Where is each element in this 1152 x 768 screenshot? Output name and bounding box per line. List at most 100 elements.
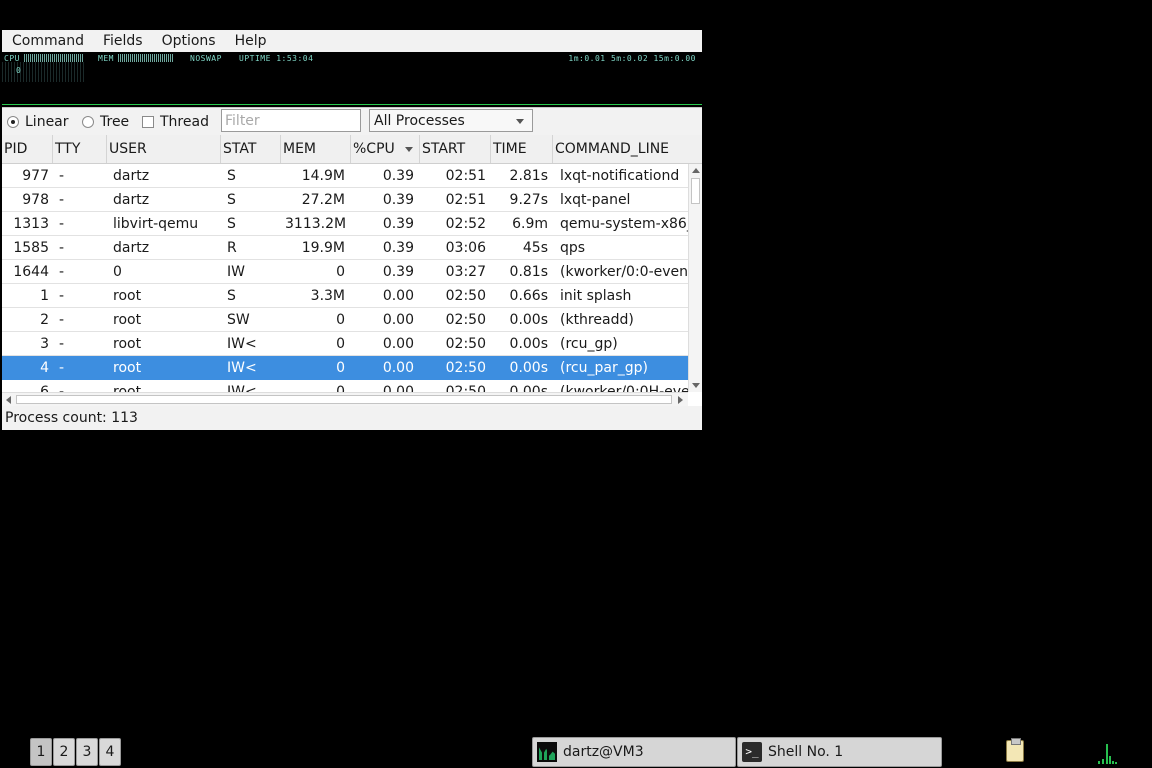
cell-mem: 0	[336, 336, 345, 352]
cell-stat: S	[227, 216, 236, 232]
thread-checkbox[interactable]: Thread	[142, 114, 209, 130]
cell-user: root	[113, 384, 142, 392]
swap-label: NOSWAP	[190, 54, 222, 63]
cell-mem: 0	[336, 264, 345, 280]
cell-tty: -	[59, 312, 65, 328]
menu-options[interactable]: Options	[152, 30, 225, 52]
task-label: Shell No. 1	[768, 744, 844, 760]
col-user[interactable]: USER	[107, 135, 221, 163]
cell-cmd: (kworker/0:0H-even	[560, 384, 688, 392]
menu-help[interactable]: Help	[225, 30, 276, 52]
table-row[interactable]: 1585- dartz R 19.9M 0.39 03:06 45s qps	[2, 236, 688, 260]
cell-time: 6.9m	[512, 216, 548, 232]
cell-user: dartz	[113, 168, 150, 184]
cell-cpu: 0.39	[382, 168, 414, 184]
filter-input[interactable]	[221, 109, 361, 132]
col-tty[interactable]: TTY	[53, 135, 107, 163]
cell-user: root	[113, 360, 142, 376]
desktop-4-button[interactable]: 4	[99, 738, 121, 766]
table-row[interactable]: 1313- libvirt-qemu S 3113.2M 0.39 02:52 6.9m qe…	[2, 212, 688, 236]
vertical-scrollbar[interactable]	[688, 164, 702, 392]
col-command-line[interactable]: COMMAND_LINE	[553, 135, 702, 163]
table-row[interactable]: 4- root IW< 0 0.00 02:50 0.00s (rcu_par_gp)	[2, 356, 688, 380]
linear-radio[interactable]: Linear	[7, 114, 69, 130]
terminal-icon: >_	[742, 742, 762, 762]
desktop-3-button[interactable]: 3	[76, 738, 98, 766]
col-pid[interactable]: PID	[2, 135, 53, 163]
cell-user: dartz	[113, 240, 150, 256]
load-average: 1m:0.01 5m:0.02 15m:0.00	[568, 54, 696, 63]
table-row[interactable]: 6 - root IW< 0 0.00 02:50 0.00s (kworker/0:0H-ev…	[2, 380, 688, 392]
cell-cmd: lxqt-panel	[560, 192, 631, 208]
horizontal-scroll-thumb[interactable]	[16, 395, 672, 404]
table-row[interactable]: 1644- 0 IW 0 0.39 03:27 0.81s (kworker/0:0-even…	[2, 260, 688, 284]
cell-pid: 2	[40, 312, 49, 328]
table-row[interactable]: 2- root SW 0 0.00 02:50 0.00s (kthreadd)	[2, 308, 688, 332]
table-row[interactable]: 1- root S 3.3M 0.00 02:50 0.66s init splash	[2, 284, 688, 308]
col-cpu[interactable]: %CPU	[351, 135, 420, 163]
cell-cpu: 0.00	[382, 360, 414, 376]
col-stat[interactable]: STAT	[221, 135, 281, 163]
cell-pid: 1644	[13, 264, 49, 280]
table-row[interactable]: 3- root IW< 0 0.00 02:50 0.00s (rcu_gp)	[2, 332, 688, 356]
menu-fields[interactable]: Fields	[93, 30, 152, 52]
cell-cmd: (rcu_par_gp)	[560, 360, 648, 376]
scroll-down-icon[interactable]	[692, 383, 700, 388]
scroll-left-icon[interactable]	[6, 396, 11, 404]
scroll-up-icon[interactable]	[692, 168, 700, 173]
process-count: Process count: 113	[5, 410, 138, 426]
status-bar: Process count: 113	[2, 406, 702, 430]
cell-cmd: lxqt-notificationd	[560, 168, 680, 184]
cell-mem: 14.9M	[301, 168, 345, 184]
cell-start: 02:51	[445, 192, 486, 208]
cell-tty: -	[59, 192, 65, 208]
cell-cmd: init splash	[560, 288, 632, 304]
vertical-scroll-thumb[interactable]	[691, 178, 700, 204]
graph-scale-zero: 0	[16, 66, 22, 75]
cpu-graph-icon[interactable]	[1096, 740, 1118, 764]
graph-baseline	[2, 104, 702, 105]
tree-radio[interactable]: Tree	[82, 114, 129, 130]
qps-window: Command Fields Options Help CPU MEM NOSW…	[2, 30, 702, 430]
scroll-right-icon[interactable]	[678, 396, 683, 404]
cell-stat: SW	[227, 312, 250, 328]
cell-stat: IW<	[227, 336, 257, 352]
cell-start: 02:52	[445, 216, 486, 232]
uptime-label: UPTIME 1:53:04	[239, 54, 314, 63]
cell-pid: 977	[22, 168, 49, 184]
radio-checked-icon	[7, 116, 19, 128]
process-filter-value: All Processes	[374, 112, 465, 129]
cell-user: libvirt-qemu	[113, 216, 199, 232]
col-time[interactable]: TIME	[491, 135, 553, 163]
menubar: Command Fields Options Help	[2, 30, 702, 52]
desktop-1-button[interactable]: 1	[30, 738, 52, 766]
menu-command[interactable]: Command	[2, 30, 93, 52]
cell-start: 02:50	[445, 288, 486, 304]
horizontal-scrollbar[interactable]	[2, 392, 688, 406]
cell-cpu: 0.39	[382, 216, 414, 232]
cell-mem: 0	[336, 360, 345, 376]
cell-time: 0.00s	[509, 336, 548, 352]
cell-start: 02:50	[445, 312, 486, 328]
cell-start: 03:27	[445, 264, 486, 280]
task-shell[interactable]: >_ Shell No. 1	[737, 737, 942, 767]
cell-start: 02:51	[445, 168, 486, 184]
table-header: PID TTY USER STAT MEM %CPU START TIME CO…	[2, 135, 702, 164]
view-controls: Linear Tree Thread All Processes	[2, 107, 702, 136]
col-start[interactable]: START	[420, 135, 491, 163]
process-filter-dropdown[interactable]: All Processes	[369, 109, 533, 132]
desktop-2-button[interactable]: 2	[53, 738, 75, 766]
table-row[interactable]: 978- dartz S 27.2M 0.39 02:51 9.27s lxqt-panel	[2, 188, 688, 212]
cell-stat: IW<	[227, 360, 257, 376]
cell-start: 03:06	[445, 240, 486, 256]
process-table: 977- dartz S 14.9M 0.39 02:51 2.81s lxqt-notifi…	[2, 164, 688, 392]
cell-cmd: (rcu_gp)	[560, 336, 618, 352]
clipboard-icon[interactable]	[1006, 738, 1024, 762]
linear-label: Linear	[25, 114, 69, 130]
col-mem[interactable]: MEM	[281, 135, 351, 163]
thread-label: Thread	[160, 114, 209, 130]
task-process-monitor[interactable]: dartz@VM3	[532, 737, 736, 767]
cell-stat: S	[227, 288, 236, 304]
cell-time: 0.66s	[509, 288, 548, 304]
table-row[interactable]: 977- dartz S 14.9M 0.39 02:51 2.81s lxqt-notifi…	[2, 164, 688, 188]
